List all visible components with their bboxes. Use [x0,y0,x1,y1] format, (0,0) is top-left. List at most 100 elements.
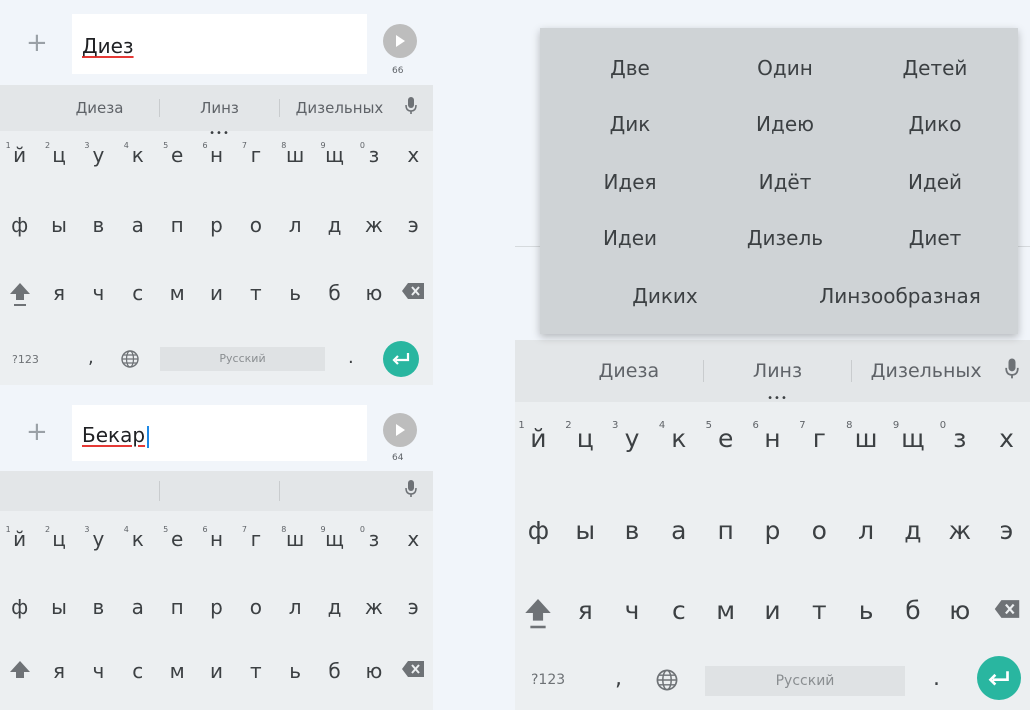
key[interactable]: ф [515,516,562,545]
key[interactable]: х [394,527,433,551]
typed-text[interactable]: Бекар [82,423,150,448]
enter-key[interactable] [383,341,419,377]
key[interactable]: м [702,596,749,636]
key[interactable]: 3у [609,420,656,453]
key[interactable]: 9щ [315,525,354,551]
key[interactable]: 7г [236,525,275,551]
key[interactable]: 9щ [315,141,354,167]
globe-icon[interactable] [655,668,679,692]
key[interactable]: и [749,596,796,636]
key[interactable]: р [197,213,236,237]
popup-suggestion[interactable]: Идею [730,112,840,136]
key[interactable]: 0з [936,420,983,453]
comma-key[interactable]: , [88,347,94,368]
globe-icon[interactable] [120,349,140,369]
key[interactable]: я [39,281,78,312]
key[interactable]: ф [0,213,39,237]
key[interactable]: 5е [702,420,749,453]
key[interactable]: и [197,281,236,312]
key[interactable]: ж [354,595,393,619]
key[interactable]: б [315,659,354,686]
suggestion-item[interactable]: Дизельных [279,99,399,117]
popup-suggestion[interactable]: Один [730,56,840,80]
typed-text[interactable]: Диез [82,34,134,58]
microphone-icon[interactable] [1000,358,1024,385]
key[interactable]: ь [276,659,315,686]
shift-key[interactable] [515,596,562,636]
popup-suggestion[interactable]: Идёт [730,170,840,194]
key[interactable]: ю [354,659,393,686]
key[interactable]: ь [843,596,890,636]
key[interactable]: ж [936,516,983,545]
key[interactable]: 2ц [562,420,609,453]
popup-suggestion[interactable]: Две [575,56,685,80]
popup-suggestion[interactable]: Диких [600,284,730,308]
popup-suggestion[interactable]: Линзообразная [790,284,1010,308]
popup-suggestion[interactable]: Диет [875,226,995,250]
key[interactable]: 7г [236,141,275,167]
key[interactable]: ь [276,281,315,312]
comma-key[interactable]: , [615,666,622,691]
key[interactable]: 1й [0,141,39,167]
key[interactable]: э [394,213,433,237]
backspace-key[interactable] [394,281,433,312]
key[interactable]: х [394,143,433,167]
suggestion-item[interactable] [0,481,159,501]
period-key[interactable]: . [933,666,940,691]
plus-icon[interactable]: + [26,30,48,56]
key[interactable]: л [276,213,315,237]
shift-key[interactable] [0,659,39,686]
key[interactable]: и [197,659,236,686]
key[interactable]: 5е [157,525,196,551]
backspace-key[interactable] [394,659,433,686]
key[interactable]: 8ш [276,141,315,167]
popup-suggestion[interactable]: Идеи [575,226,685,250]
enter-key[interactable] [977,656,1021,700]
key[interactable]: а [655,516,702,545]
key[interactable]: 4к [655,420,702,453]
text-input-bar[interactable]: + Бекар 64 [0,393,433,471]
key[interactable]: 6н [749,420,796,453]
key[interactable]: п [157,595,196,619]
key[interactable]: 6н [197,141,236,167]
text-input-bar[interactable]: + Диез 66 [0,0,433,85]
backspace-key[interactable] [983,596,1030,636]
period-key[interactable]: . [348,347,354,368]
send-button[interactable] [383,24,417,58]
key[interactable]: э [394,595,433,619]
key[interactable]: 9щ [890,420,937,453]
key[interactable]: м [157,281,196,312]
key[interactable]: б [315,281,354,312]
key[interactable]: д [315,595,354,619]
key[interactable]: 3у [79,525,118,551]
key[interactable]: ю [936,596,983,636]
key[interactable]: д [315,213,354,237]
key[interactable]: 5е [157,141,196,167]
key[interactable]: п [157,213,196,237]
key[interactable]: с [655,596,702,636]
key[interactable]: р [197,595,236,619]
key[interactable]: ч [79,281,118,312]
key[interactable]: ю [354,281,393,312]
send-button[interactable] [383,413,417,447]
shift-key[interactable] [0,281,39,312]
key[interactable]: о [236,595,275,619]
symbols-key[interactable]: ?123 [531,672,565,688]
popup-suggestion[interactable]: Идей [875,170,995,194]
key[interactable]: 4к [118,525,157,551]
key[interactable]: л [276,595,315,619]
key[interactable]: п [702,516,749,545]
key[interactable]: я [562,596,609,636]
key[interactable]: х [983,424,1030,453]
plus-icon[interactable]: + [26,419,48,445]
suggestion-item[interactable]: Диеза [515,360,703,382]
key[interactable]: ч [79,659,118,686]
space-key[interactable]: Русский [705,666,905,696]
key[interactable]: с [118,659,157,686]
popup-suggestion[interactable]: Идея [575,170,685,194]
key[interactable]: ж [354,213,393,237]
key[interactable]: о [236,213,275,237]
suggestion-item[interactable]: Линз ••• [159,99,279,139]
more-suggestions-icon[interactable]: ••• [209,129,230,139]
key[interactable]: э [983,516,1030,545]
